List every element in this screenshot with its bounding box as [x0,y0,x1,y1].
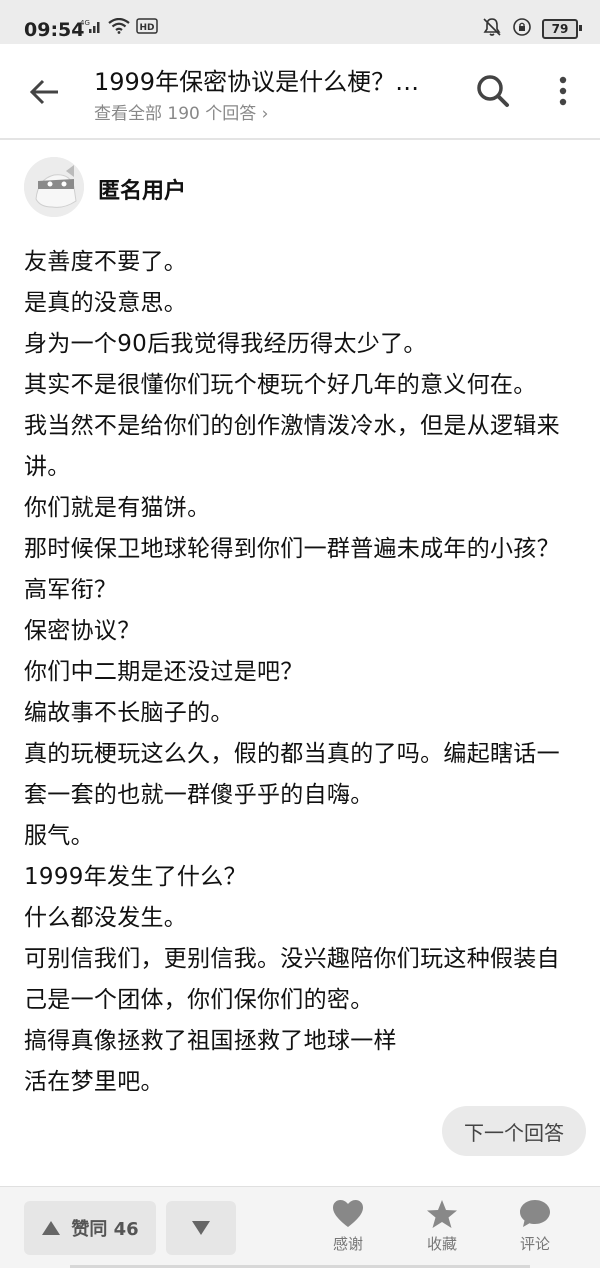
heart-icon [333,1200,363,1227]
answer-paragraph: 高军衔？ [24,577,118,603]
answer-paragraph: 你们中二期是还没过是吧？ [24,659,304,685]
app-header: 1999年保密协议是什么梗？… 查看全部 190 个回答 › [0,44,600,140]
answer-paragraph: 身为一个90后我觉得我经历得太少了。 [24,331,427,357]
back-arrow-icon [29,79,58,105]
answer-paragraph: 其实不是很懂你们玩个梗玩个好几年的意义何在。 [24,372,537,398]
next-answer-button[interactable]: 下一个回答 [442,1106,586,1156]
answer-paragraph: 活在梦里吧。 [24,1069,164,1095]
answer-paragraph: 1999年发生了什么？ [24,864,247,890]
downvote-button[interactable] [166,1201,236,1255]
author-row[interactable]: 匿名用户 [24,157,584,217]
answer-body: 友善度不要了。 是真的没意思。 身为一个90后我觉得我经历得太少了。 其实不是很… [24,242,580,1103]
answer-paragraph: 友善度不要了。 [24,249,188,275]
more-menu-button[interactable] [550,72,576,112]
svg-text:HD: HD [139,23,154,33]
answer-paragraph: 是真的没意思。 [24,290,188,316]
answer-paragraph: 什么都没发生。 [24,905,188,931]
collect-label: 收藏 [426,1235,457,1253]
answer-paragraph: 保密协议？ [24,618,141,644]
battery-icon: 79 [542,19,582,39]
search-icon [477,75,509,107]
thanks-button[interactable]: 感谢 [313,1197,383,1261]
answer-paragraph: 那时候保卫地球轮得到你们一群普遍未成年的小孩？ [24,536,560,562]
hd-icon: HD [136,18,158,38]
triangle-down-icon [192,1221,210,1235]
answer-paragraph: 真的玩梗玩这么久，假的都当真的了吗。编起瞎话一套一套的也就一群傻乎乎的自嗨。 [24,741,560,808]
triangle-up-icon [42,1221,61,1235]
author-name[interactable]: 匿名用户 [98,173,186,205]
comment-label: 评论 [519,1235,550,1253]
status-time: 09:54 [24,19,85,41]
rotation-lock-icon [512,17,532,41]
wifi-icon [108,17,130,38]
avatar[interactable] [24,157,84,217]
answer-paragraph: 搞得真像拯救了祖国拯救了地球一样 [24,1028,397,1054]
status-icons-right: 79 [482,17,582,41]
answer-paragraph: 服气。 [24,823,94,849]
search-button[interactable] [474,72,512,110]
star-icon [427,1200,457,1228]
comment-button[interactable]: 评论 [500,1197,570,1261]
bell-mute-icon [482,17,502,41]
comment-bubble-icon [520,1200,550,1227]
signal-icon: 4G [80,18,102,38]
svg-text:4G: 4G [80,19,90,27]
back-button[interactable] [26,74,66,110]
upvote-button[interactable]: 赞同 46 [24,1201,156,1255]
answer-paragraph: 可别信我们，更别信我。没兴趣陪你们玩这种假装自己是一个团体，你们保你们的密。 [24,946,560,1013]
question-title[interactable]: 1999年保密协议是什么梗？… [94,62,419,97]
thanks-label: 感谢 [332,1235,363,1253]
answer-paragraph: 编故事不长脑子的。 [24,700,234,726]
status-bar: 09:54 4G HD 79 [0,0,600,44]
more-vertical-icon [559,76,567,106]
collect-button[interactable]: 收藏 [407,1197,477,1261]
bottom-action-bar: 赞同 46 感谢 收藏 评论 [0,1186,600,1268]
answer-paragraph: 我当然不是给你们的创作激情泼冷水，但是从逻辑来讲。 [24,413,560,480]
anonymous-avatar-icon [24,157,84,217]
upvote-label: 赞同 46 [71,1219,139,1240]
view-all-answers-link[interactable]: 查看全部 190 个回答 › [94,99,268,124]
status-icons-left: 4G HD [80,17,158,38]
answer-paragraph: 你们就是有猫饼。 [24,495,211,521]
